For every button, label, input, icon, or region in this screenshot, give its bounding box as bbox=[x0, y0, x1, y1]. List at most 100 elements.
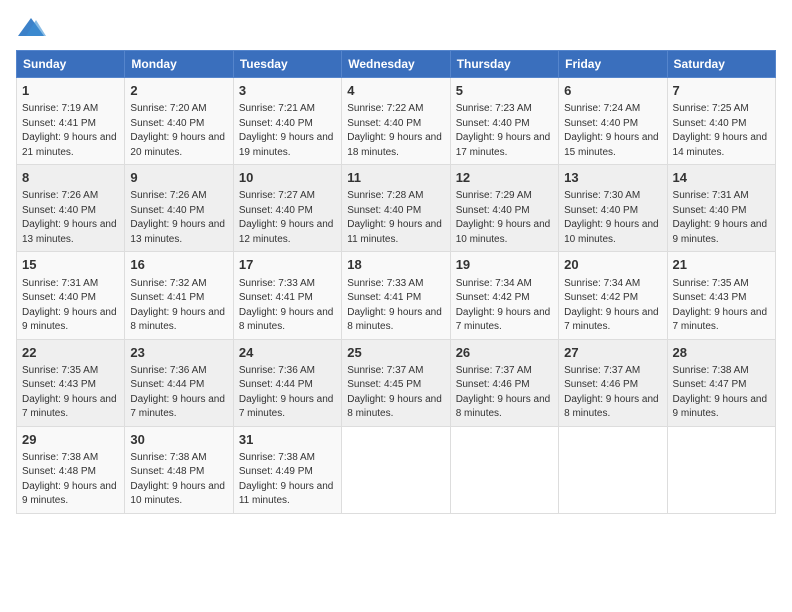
day-number: 21 bbox=[673, 256, 770, 274]
calendar-cell: 31 Sunrise: 7:38 AM Sunset: 4:49 PM Dayli… bbox=[233, 426, 341, 513]
day-info: Sunrise: 7:27 AM Sunset: 4:40 PM Dayligh… bbox=[239, 189, 336, 247]
calendar-cell bbox=[450, 426, 558, 513]
day-info: Sunrise: 7:38 AM Sunset: 4:49 PM Dayligh… bbox=[239, 451, 336, 509]
day-number: 22 bbox=[22, 344, 119, 362]
day-number: 11 bbox=[347, 169, 444, 187]
day-number: 24 bbox=[239, 344, 336, 362]
day-number: 5 bbox=[456, 82, 553, 100]
day-info: Sunrise: 7:35 AM Sunset: 4:43 PM Dayligh… bbox=[22, 364, 119, 422]
calendar-cell: 6 Sunrise: 7:24 AM Sunset: 4:40 PM Daylig… bbox=[559, 78, 667, 165]
calendar-cell: 9 Sunrise: 7:26 AM Sunset: 4:40 PM Daylig… bbox=[125, 165, 233, 252]
day-number: 13 bbox=[564, 169, 661, 187]
calendar-week-row: 22 Sunrise: 7:35 AM Sunset: 4:43 PM Dayli… bbox=[17, 339, 776, 426]
calendar-cell: 25Sunrise: 7:37 AM Sunset: 4:45 PM Dayli… bbox=[342, 339, 450, 426]
day-number: 8 bbox=[22, 169, 119, 187]
logo bbox=[16, 16, 50, 40]
calendar-cell bbox=[559, 426, 667, 513]
day-info: Sunrise: 7:21 AM Sunset: 4:40 PM Dayligh… bbox=[239, 102, 336, 160]
day-info: Sunrise: 7:36 AM Sunset: 4:44 PM Dayligh… bbox=[239, 364, 336, 422]
day-number: 2 bbox=[130, 82, 227, 100]
calendar-cell: 11 Sunrise: 7:28 AM Sunset: 4:40 PM Dayli… bbox=[342, 165, 450, 252]
calendar-cell: 30 Sunrise: 7:38 AM Sunset: 4:48 PM Dayli… bbox=[125, 426, 233, 513]
weekday-header: Wednesday bbox=[342, 51, 450, 78]
day-number: 12 bbox=[456, 169, 553, 187]
day-number: 9 bbox=[130, 169, 227, 187]
calendar-week-row: 15Sunrise: 7:31 AM Sunset: 4:40 PM Dayli… bbox=[17, 252, 776, 339]
day-info: Sunrise: 7:38 AM Sunset: 4:48 PM Dayligh… bbox=[130, 451, 227, 509]
calendar-cell: 29 Sunrise: 7:38 AM Sunset: 4:48 PM Dayli… bbox=[17, 426, 125, 513]
day-info: Sunrise: 7:29 AM Sunset: 4:40 PM Dayligh… bbox=[456, 189, 553, 247]
day-number: 6 bbox=[564, 82, 661, 100]
day-info: Sunrise: 7:30 AM Sunset: 4:40 PM Dayligh… bbox=[564, 189, 661, 247]
day-info: Sunrise: 7:35 AM Sunset: 4:43 PM Dayligh… bbox=[673, 277, 770, 335]
weekday-header: Friday bbox=[559, 51, 667, 78]
weekday-header: Tuesday bbox=[233, 51, 341, 78]
day-number: 14 bbox=[673, 169, 770, 187]
day-number: 16 bbox=[130, 256, 227, 274]
day-number: 10 bbox=[239, 169, 336, 187]
calendar-cell: 17Sunrise: 7:33 AM Sunset: 4:41 PM Dayli… bbox=[233, 252, 341, 339]
calendar-cell: 14 Sunrise: 7:31 AM Sunset: 4:40 PM Dayli… bbox=[667, 165, 775, 252]
calendar-cell: 16 Sunrise: 7:32 AM Sunset: 4:41 PM Dayli… bbox=[125, 252, 233, 339]
day-info: Sunrise: 7:28 AM Sunset: 4:40 PM Dayligh… bbox=[347, 189, 444, 247]
header bbox=[16, 16, 776, 40]
day-info: Sunrise: 7:34 AM Sunset: 4:42 PM Dayligh… bbox=[564, 277, 661, 335]
day-number: 1 bbox=[22, 82, 119, 100]
calendar-cell: 19 Sunrise: 7:34 AM Sunset: 4:42 PM Dayli… bbox=[450, 252, 558, 339]
day-number: 25 bbox=[347, 344, 444, 362]
day-info: Sunrise: 7:20 AM Sunset: 4:40 PM Dayligh… bbox=[130, 102, 227, 160]
calendar-cell: 1 Sunrise: 7:19 AM Sunset: 4:41 PM Daylig… bbox=[17, 78, 125, 165]
day-info: Sunrise: 7:22 AM Sunset: 4:40 PM Dayligh… bbox=[347, 102, 444, 160]
day-number: 31 bbox=[239, 431, 336, 449]
day-number: 30 bbox=[130, 431, 227, 449]
day-info: Sunrise: 7:26 AM Sunset: 4:40 PM Dayligh… bbox=[130, 189, 227, 247]
day-info: Sunrise: 7:19 AM Sunset: 4:41 PM Dayligh… bbox=[22, 102, 119, 160]
day-number: 4 bbox=[347, 82, 444, 100]
day-number: 26 bbox=[456, 344, 553, 362]
weekday-header: Sunday bbox=[17, 51, 125, 78]
weekday-header: Thursday bbox=[450, 51, 558, 78]
calendar-cell: 4 Sunrise: 7:22 AM Sunset: 4:40 PM Daylig… bbox=[342, 78, 450, 165]
weekday-header: Saturday bbox=[667, 51, 775, 78]
weekday-header: Monday bbox=[125, 51, 233, 78]
day-info: Sunrise: 7:38 AM Sunset: 4:48 PM Dayligh… bbox=[22, 451, 119, 509]
day-info: Sunrise: 7:24 AM Sunset: 4:40 PM Dayligh… bbox=[564, 102, 661, 160]
calendar-week-row: 29 Sunrise: 7:38 AM Sunset: 4:48 PM Dayli… bbox=[17, 426, 776, 513]
day-info: Sunrise: 7:38 AM Sunset: 4:47 PM Dayligh… bbox=[673, 364, 770, 422]
calendar-cell: 15Sunrise: 7:31 AM Sunset: 4:40 PM Dayli… bbox=[17, 252, 125, 339]
day-info: Sunrise: 7:34 AM Sunset: 4:42 PM Dayligh… bbox=[456, 277, 553, 335]
calendar-cell: 18Sunrise: 7:33 AM Sunset: 4:41 PM Dayli… bbox=[342, 252, 450, 339]
day-number: 23 bbox=[130, 344, 227, 362]
weekday-header-row: SundayMondayTuesdayWednesdayThursdayFrid… bbox=[17, 51, 776, 78]
calendar-cell: 10 Sunrise: 7:27 AM Sunset: 4:40 PM Dayli… bbox=[233, 165, 341, 252]
calendar-cell bbox=[342, 426, 450, 513]
calendar-cell: 27 Sunrise: 7:37 AM Sunset: 4:46 PM Dayli… bbox=[559, 339, 667, 426]
day-info: Sunrise: 7:23 AM Sunset: 4:40 PM Dayligh… bbox=[456, 102, 553, 160]
calendar-cell bbox=[667, 426, 775, 513]
calendar-table: SundayMondayTuesdayWednesdayThursdayFrid… bbox=[16, 50, 776, 514]
calendar-cell: 8 Sunrise: 7:26 AM Sunset: 4:40 PM Daylig… bbox=[17, 165, 125, 252]
calendar-cell: 2 Sunrise: 7:20 AM Sunset: 4:40 PM Daylig… bbox=[125, 78, 233, 165]
day-number: 27 bbox=[564, 344, 661, 362]
calendar-week-row: 8 Sunrise: 7:26 AM Sunset: 4:40 PM Daylig… bbox=[17, 165, 776, 252]
calendar-cell: 20 Sunrise: 7:34 AM Sunset: 4:42 PM Dayli… bbox=[559, 252, 667, 339]
day-number: 19 bbox=[456, 256, 553, 274]
day-info: Sunrise: 7:37 AM Sunset: 4:46 PM Dayligh… bbox=[564, 364, 661, 422]
calendar-cell: 26Sunrise: 7:37 AM Sunset: 4:46 PM Dayli… bbox=[450, 339, 558, 426]
day-info: Sunrise: 7:33 AM Sunset: 4:41 PM Dayligh… bbox=[347, 277, 444, 335]
day-info: Sunrise: 7:31 AM Sunset: 4:40 PM Dayligh… bbox=[673, 189, 770, 247]
day-number: 20 bbox=[564, 256, 661, 274]
day-info: Sunrise: 7:32 AM Sunset: 4:41 PM Dayligh… bbox=[130, 277, 227, 335]
day-number: 15 bbox=[22, 256, 119, 274]
day-info: Sunrise: 7:26 AM Sunset: 4:40 PM Dayligh… bbox=[22, 189, 119, 247]
calendar-cell: 13 Sunrise: 7:30 AM Sunset: 4:40 PM Dayli… bbox=[559, 165, 667, 252]
calendar-cell: 12 Sunrise: 7:29 AM Sunset: 4:40 PM Dayli… bbox=[450, 165, 558, 252]
day-info: Sunrise: 7:25 AM Sunset: 4:40 PM Dayligh… bbox=[673, 102, 770, 160]
calendar-cell: 5 Sunrise: 7:23 AM Sunset: 4:40 PM Daylig… bbox=[450, 78, 558, 165]
calendar-cell: 24 Sunrise: 7:36 AM Sunset: 4:44 PM Dayli… bbox=[233, 339, 341, 426]
calendar-cell: 23Sunrise: 7:36 AM Sunset: 4:44 PM Dayli… bbox=[125, 339, 233, 426]
calendar-cell: 21 Sunrise: 7:35 AM Sunset: 4:43 PM Dayli… bbox=[667, 252, 775, 339]
day-number: 29 bbox=[22, 431, 119, 449]
day-number: 3 bbox=[239, 82, 336, 100]
calendar-cell: 28Sunrise: 7:38 AM Sunset: 4:47 PM Dayli… bbox=[667, 339, 775, 426]
